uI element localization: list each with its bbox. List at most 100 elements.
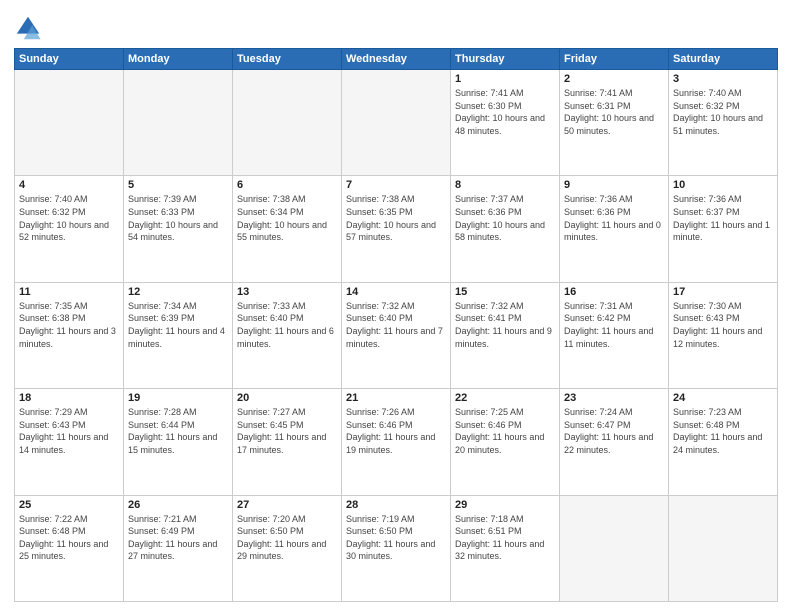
calendar-cell — [124, 70, 233, 176]
calendar-cell — [560, 495, 669, 601]
calendar-cell: 18 Sunrise: 7:29 AMSunset: 6:43 PMDayligh… — [15, 389, 124, 495]
calendar-cell: 5 Sunrise: 7:39 AMSunset: 6:33 PMDaylight… — [124, 176, 233, 282]
day-info: Sunrise: 7:28 AMSunset: 6:44 PMDaylight:… — [128, 406, 228, 456]
day-number: 18 — [19, 392, 119, 404]
calendar-cell: 28Sunrise: 7:19 AMSunset: 6:50 PMDayligh… — [342, 495, 451, 601]
day-info: Sunrise: 7:38 AMSunset: 6:35 PMDaylight:… — [346, 193, 446, 243]
day-info: Sunrise: 7:23 AMSunset: 6:48 PMDaylight:… — [673, 406, 773, 456]
day-info: Sunrise: 7:32 AMSunset: 6:40 PMDaylight:… — [346, 300, 446, 350]
calendar-cell — [233, 70, 342, 176]
header — [14, 10, 778, 42]
day-number: 23 — [564, 392, 664, 404]
calendar-cell: 25Sunrise: 7:22 AMSunset: 6:48 PMDayligh… — [15, 495, 124, 601]
day-info: Sunrise: 7:18 AMSunset: 6:51 PMDaylight:… — [455, 513, 555, 563]
day-info: Sunrise: 7:35 AMSunset: 6:38 PMDaylight:… — [19, 300, 119, 350]
weekday-header-wednesday: Wednesday — [342, 49, 451, 70]
day-number: 21 — [346, 392, 446, 404]
calendar-week-4: 18 Sunrise: 7:29 AMSunset: 6:43 PMDayligh… — [15, 389, 778, 495]
day-info: Sunrise: 7:34 AMSunset: 6:39 PMDaylight:… — [128, 300, 228, 350]
day-info: Sunrise: 7:22 AMSunset: 6:48 PMDaylight:… — [19, 513, 119, 563]
day-number: 13 — [237, 286, 337, 298]
day-number: 28 — [346, 499, 446, 511]
day-number: 14 — [346, 286, 446, 298]
calendar-cell: 9 Sunrise: 7:36 AMSunset: 6:36 PMDaylight… — [560, 176, 669, 282]
day-info: Sunrise: 7:31 AMSunset: 6:42 PMDaylight:… — [564, 300, 664, 350]
calendar-cell: 21 Sunrise: 7:26 AMSunset: 6:46 PMDayligh… — [342, 389, 451, 495]
day-number: 2 — [564, 73, 664, 85]
logo-icon — [14, 14, 42, 42]
weekday-header-saturday: Saturday — [669, 49, 778, 70]
calendar-cell: 23 Sunrise: 7:24 AMSunset: 6:47 PMDayligh… — [560, 389, 669, 495]
day-info: Sunrise: 7:36 AMSunset: 6:36 PMDaylight:… — [564, 193, 664, 243]
day-info: Sunrise: 7:41 AMSunset: 6:31 PMDaylight:… — [564, 87, 664, 137]
day-info: Sunrise: 7:27 AMSunset: 6:45 PMDaylight:… — [237, 406, 337, 456]
day-info: Sunrise: 7:36 AMSunset: 6:37 PMDaylight:… — [673, 193, 773, 243]
weekday-header-sunday: Sunday — [15, 49, 124, 70]
calendar-cell: 17 Sunrise: 7:30 AMSunset: 6:43 PMDayligh… — [669, 282, 778, 388]
day-number: 10 — [673, 179, 773, 191]
calendar-cell: 4 Sunrise: 7:40 AMSunset: 6:32 PMDaylight… — [15, 176, 124, 282]
calendar-week-5: 25Sunrise: 7:22 AMSunset: 6:48 PMDayligh… — [15, 495, 778, 601]
day-number: 16 — [564, 286, 664, 298]
calendar-cell: 8 Sunrise: 7:37 AMSunset: 6:36 PMDaylight… — [451, 176, 560, 282]
day-number: 11 — [19, 286, 119, 298]
logo — [14, 14, 46, 42]
calendar-cell: 10 Sunrise: 7:36 AMSunset: 6:37 PMDayligh… — [669, 176, 778, 282]
weekday-header-monday: Monday — [124, 49, 233, 70]
day-info: Sunrise: 7:20 AMSunset: 6:50 PMDaylight:… — [237, 513, 337, 563]
day-number: 17 — [673, 286, 773, 298]
calendar-cell: 6 Sunrise: 7:38 AMSunset: 6:34 PMDaylight… — [233, 176, 342, 282]
day-info: Sunrise: 7:41 AMSunset: 6:30 PMDaylight:… — [455, 87, 555, 137]
day-number: 3 — [673, 73, 773, 85]
day-info: Sunrise: 7:25 AMSunset: 6:46 PMDaylight:… — [455, 406, 555, 456]
calendar-cell: 2 Sunrise: 7:41 AMSunset: 6:31 PMDaylight… — [560, 70, 669, 176]
day-info: Sunrise: 7:37 AMSunset: 6:36 PMDaylight:… — [455, 193, 555, 243]
calendar-cell: 27 Sunrise: 7:20 AMSunset: 6:50 PMDayligh… — [233, 495, 342, 601]
calendar-table: SundayMondayTuesdayWednesdayThursdayFrid… — [14, 48, 778, 602]
day-info: Sunrise: 7:38 AMSunset: 6:34 PMDaylight:… — [237, 193, 337, 243]
day-info: Sunrise: 7:29 AMSunset: 6:43 PMDaylight:… — [19, 406, 119, 456]
calendar-cell: 13Sunrise: 7:33 AMSunset: 6:40 PMDayligh… — [233, 282, 342, 388]
calendar-cell: 20 Sunrise: 7:27 AMSunset: 6:45 PMDayligh… — [233, 389, 342, 495]
calendar-cell: 14 Sunrise: 7:32 AMSunset: 6:40 PMDayligh… — [342, 282, 451, 388]
day-number: 8 — [455, 179, 555, 191]
calendar-cell: 1 Sunrise: 7:41 AMSunset: 6:30 PMDaylight… — [451, 70, 560, 176]
day-info: Sunrise: 7:26 AMSunset: 6:46 PMDaylight:… — [346, 406, 446, 456]
day-info: Sunrise: 7:40 AMSunset: 6:32 PMDaylight:… — [19, 193, 119, 243]
day-number: 4 — [19, 179, 119, 191]
calendar-cell — [15, 70, 124, 176]
day-number: 15 — [455, 286, 555, 298]
calendar-cell: 12 Sunrise: 7:34 AMSunset: 6:39 PMDayligh… — [124, 282, 233, 388]
day-number: 26 — [128, 499, 228, 511]
calendar-cell: 22Sunrise: 7:25 AMSunset: 6:46 PMDayligh… — [451, 389, 560, 495]
day-number: 27 — [237, 499, 337, 511]
calendar-cell — [669, 495, 778, 601]
calendar-week-3: 11 Sunrise: 7:35 AMSunset: 6:38 PMDayligh… — [15, 282, 778, 388]
calendar-cell: 3Sunrise: 7:40 AMSunset: 6:32 PMDaylight… — [669, 70, 778, 176]
day-info: Sunrise: 7:39 AMSunset: 6:33 PMDaylight:… — [128, 193, 228, 243]
calendar-cell: 16 Sunrise: 7:31 AMSunset: 6:42 PMDayligh… — [560, 282, 669, 388]
page: SundayMondayTuesdayWednesdayThursdayFrid… — [0, 0, 792, 612]
day-number: 12 — [128, 286, 228, 298]
calendar-cell — [342, 70, 451, 176]
day-info: Sunrise: 7:24 AMSunset: 6:47 PMDaylight:… — [564, 406, 664, 456]
day-number: 5 — [128, 179, 228, 191]
day-number: 9 — [564, 179, 664, 191]
calendar-cell: 15 Sunrise: 7:32 AMSunset: 6:41 PMDayligh… — [451, 282, 560, 388]
calendar-cell: 24 Sunrise: 7:23 AMSunset: 6:48 PMDayligh… — [669, 389, 778, 495]
calendar-cell: 11 Sunrise: 7:35 AMSunset: 6:38 PMDayligh… — [15, 282, 124, 388]
weekday-header-thursday: Thursday — [451, 49, 560, 70]
weekday-header-friday: Friday — [560, 49, 669, 70]
day-number: 1 — [455, 73, 555, 85]
calendar-cell: 19 Sunrise: 7:28 AMSunset: 6:44 PMDayligh… — [124, 389, 233, 495]
day-number: 20 — [237, 392, 337, 404]
day-number: 6 — [237, 179, 337, 191]
calendar-cell: 7 Sunrise: 7:38 AMSunset: 6:35 PMDaylight… — [342, 176, 451, 282]
day-info: Sunrise: 7:21 AMSunset: 6:49 PMDaylight:… — [128, 513, 228, 563]
day-info: Sunrise: 7:30 AMSunset: 6:43 PMDaylight:… — [673, 300, 773, 350]
calendar-week-2: 4 Sunrise: 7:40 AMSunset: 6:32 PMDaylight… — [15, 176, 778, 282]
day-info: Sunrise: 7:32 AMSunset: 6:41 PMDaylight:… — [455, 300, 555, 350]
day-number: 7 — [346, 179, 446, 191]
day-number: 19 — [128, 392, 228, 404]
day-number: 24 — [673, 392, 773, 404]
